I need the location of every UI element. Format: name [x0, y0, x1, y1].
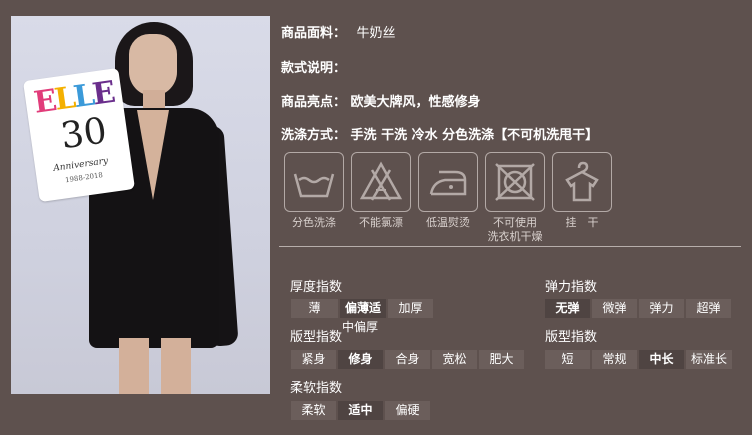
- dress-neckline: [137, 110, 169, 200]
- highlight-line: 商品亮点： 欧美大牌风，性感修身: [281, 91, 481, 110]
- thickness-option[interactable]: 加厚: [388, 299, 433, 318]
- low-iron-icon: [418, 152, 478, 212]
- thickness-options: 薄 偏薄适 加厚: [291, 299, 435, 318]
- highlight-value: 欧美大牌风，性感修身: [350, 95, 481, 110]
- card-years: 1988-2018: [64, 171, 104, 185]
- fit-option[interactable]: 合身: [385, 350, 430, 369]
- care-label: 挂 干: [565, 216, 599, 229]
- fit-options: 紧身 修身 合身 宽松 肥大: [291, 350, 526, 369]
- softness-options: 柔软 适中 偏硬: [291, 401, 432, 420]
- care-label: 分色洗涤: [292, 216, 336, 229]
- model-face: [129, 34, 177, 96]
- card-number: 30: [58, 110, 110, 158]
- model-leg-left: [119, 338, 149, 394]
- elasticity-option[interactable]: 微弹: [592, 299, 637, 318]
- length-options: 短 常规 中长 标准长: [545, 350, 734, 369]
- softness-title: 柔软指数: [290, 381, 343, 396]
- hang-dry-icon: [552, 152, 612, 212]
- elle-anniversary-card: ELLE 30 Anniversary 1988-2018: [22, 67, 136, 203]
- wash-value: 手洗 干洗 冷水 分色洗涤【不可机洗甩干】: [350, 128, 599, 143]
- length-option[interactable]: 短: [545, 350, 590, 369]
- elasticity-title: 弹力指数: [545, 280, 598, 295]
- fit-option[interactable]: 修身: [338, 350, 383, 369]
- fit-option[interactable]: 宽松: [432, 350, 477, 369]
- care-item: 低温熨烫: [418, 152, 478, 230]
- elasticity-option[interactable]: 超弹: [686, 299, 731, 318]
- no-tumble-dry-icon: [485, 152, 545, 212]
- fit-option[interactable]: 紧身: [291, 350, 336, 369]
- care-label: 低温熨烫: [426, 216, 470, 229]
- length-option[interactable]: 常规: [592, 350, 637, 369]
- softness-option[interactable]: 偏硬: [385, 401, 430, 420]
- thickness-option[interactable]: 薄: [291, 299, 338, 318]
- care-label: 不可使用 洗衣机干燥: [487, 216, 543, 243]
- care-item: 分色洗涤: [284, 152, 344, 230]
- no-bleach-icon: [351, 152, 411, 212]
- elasticity-options: 无弹 微弹 弹力 超弹: [545, 299, 733, 318]
- section-divider: [279, 246, 741, 247]
- care-icons-row: 分色洗涤 不能氯漂 低温熨烫 不可使用 洗衣机干燥 挂 干: [284, 152, 614, 244]
- wash-label: 洗涤方式：: [281, 128, 347, 143]
- care-item: 挂 干: [552, 152, 612, 230]
- style-label: 款式说明：: [281, 61, 347, 76]
- thickness-title: 厚度指数: [290, 280, 343, 295]
- softness-option[interactable]: 柔软: [291, 401, 336, 420]
- fabric-value: 牛奶丝: [356, 26, 396, 41]
- product-photo: ELLE 30 Anniversary 1988-2018: [11, 16, 270, 394]
- softness-option[interactable]: 适中: [338, 401, 383, 420]
- style-line: 款式说明：: [281, 57, 346, 76]
- wash-line: 洗涤方式： 手洗 干洗 冷水 分色洗涤【不可机洗甩干】: [281, 124, 598, 143]
- basin-wash-icon: [284, 152, 344, 212]
- care-item: 不可使用 洗衣机干燥: [485, 152, 545, 244]
- length-option[interactable]: 标准长: [686, 350, 732, 369]
- elasticity-option[interactable]: 弹力: [639, 299, 684, 318]
- highlight-label: 商品亮点：: [281, 95, 347, 110]
- care-item: 不能氯漂: [351, 152, 411, 230]
- fabric-line: 商品面料： 牛奶丝: [281, 22, 396, 41]
- length-title: 版型指数: [545, 330, 598, 345]
- thickness-option[interactable]: 偏薄适: [340, 299, 386, 318]
- fit-option[interactable]: 肥大: [479, 350, 524, 369]
- elasticity-option[interactable]: 无弹: [545, 299, 590, 318]
- fabric-label: 商品面料：: [281, 26, 347, 41]
- thickness-overflow-text: 中偏厚: [342, 320, 379, 334]
- length-option[interactable]: 中长: [639, 350, 684, 369]
- model-leg-right: [161, 338, 191, 394]
- fit-title: 版型指数: [290, 330, 343, 345]
- care-label: 不能氯漂: [359, 216, 403, 229]
